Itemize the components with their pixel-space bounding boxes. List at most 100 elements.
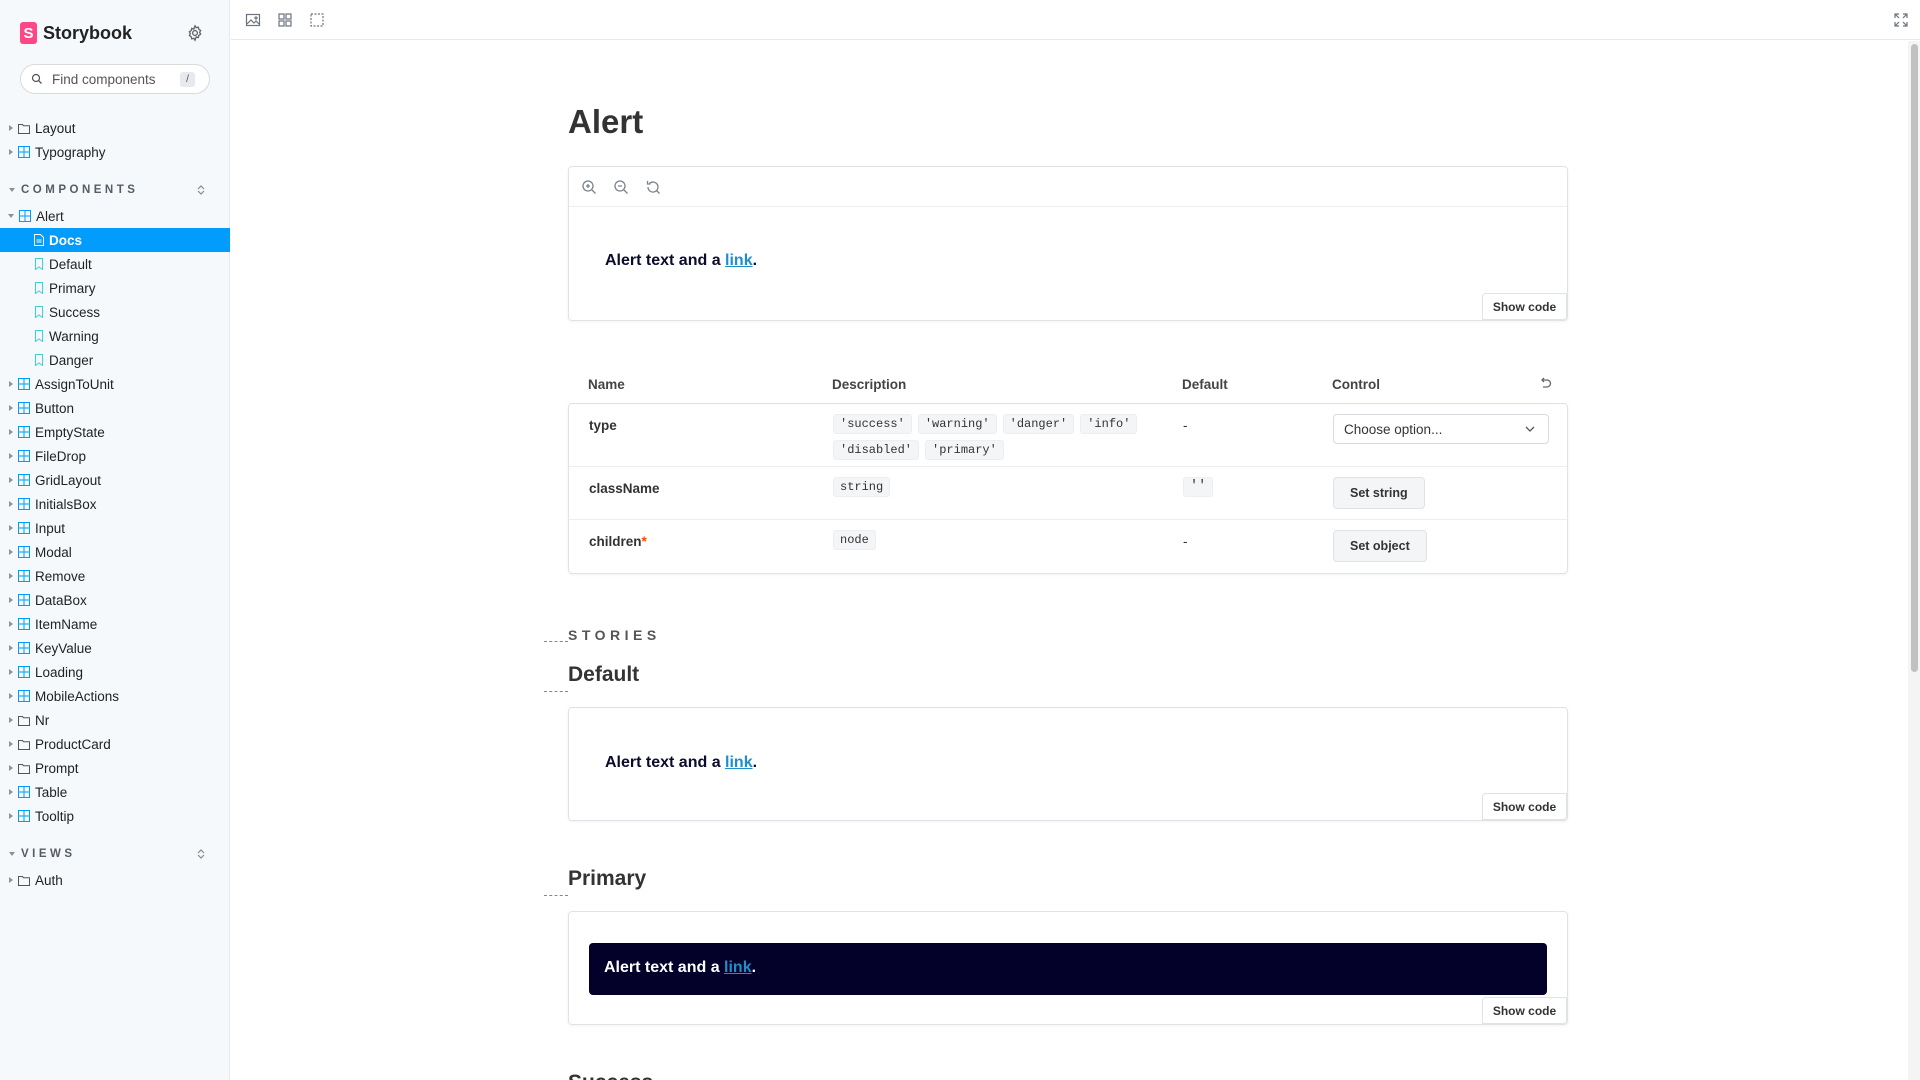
section-views[interactable]: VIEWS <box>0 842 230 866</box>
sidebar-item-gridlayout[interactable]: GridLayout <box>0 468 230 492</box>
sidebar-item-modal[interactable]: Modal <box>0 540 230 564</box>
component-icon <box>18 642 30 654</box>
component-icon <box>18 522 30 534</box>
alert-link[interactable]: link <box>724 959 752 976</box>
alert-link[interactable]: link <box>725 754 753 771</box>
show-code-button[interactable]: Show code <box>1482 293 1567 320</box>
scroll-thumb[interactable] <box>1911 44 1918 672</box>
sidebar-item-alert-success[interactable]: Success <box>0 300 230 324</box>
sidebar-item-filedrop[interactable]: FileDrop <box>0 444 230 468</box>
caret-right-icon <box>9 597 13 603</box>
search-shortcut: / <box>180 72 195 87</box>
sidebar-item-label: Prompt <box>35 760 79 776</box>
sidebar-item-alert-primary[interactable]: Primary <box>0 276 230 300</box>
prop-default: '' <box>1183 477 1214 497</box>
storybook-logo-icon: S <box>20 22 37 44</box>
type-chip: 'danger' <box>1002 414 1075 434</box>
sidebar-item-remove[interactable]: Remove <box>0 564 230 588</box>
section-title: COMPONENTS <box>21 184 139 196</box>
outline-icon[interactable] <box>309 12 325 28</box>
sidebar-item-loading[interactable]: Loading <box>0 660 230 684</box>
sidebar-item-databox[interactable]: DataBox <box>0 588 230 612</box>
sidebar-item-assigntounit[interactable]: AssignToUnit <box>0 372 230 396</box>
sidebar-item-label: InitialsBox <box>35 496 97 512</box>
alert-primary: Alert text and a link. <box>589 943 1547 995</box>
sidebar-item-emptystate[interactable]: EmptyState <box>0 420 230 444</box>
sidebar-item-label: Tooltip <box>35 808 75 824</box>
reset-controls-icon[interactable] <box>1538 377 1552 391</box>
caret-right-icon <box>9 381 13 387</box>
component-icon <box>18 594 30 606</box>
header-name: Name <box>588 376 625 392</box>
caret-down-icon <box>9 852 15 856</box>
brand[interactable]: S Storybook <box>20 22 132 44</box>
component-icon <box>18 378 30 390</box>
type-chip: node <box>833 530 876 550</box>
set-string-button[interactable]: Set string <box>1333 477 1425 509</box>
component-icon <box>18 810 30 822</box>
section-components[interactable]: COMPONENTS <box>0 178 230 202</box>
sidebar-item-label: Docs <box>49 232 83 248</box>
sidebar-item-alert-docs[interactable]: Docs <box>0 228 230 252</box>
prop-types: 'success' 'warning' 'danger' 'info' 'dis… <box>833 414 1153 460</box>
args-table-body: type 'success' 'warning' 'danger' 'info'… <box>568 403 1568 574</box>
folder-icon <box>18 715 30 726</box>
sidebar-item-auth[interactable]: Auth <box>0 868 230 892</box>
sidebar-item-nr[interactable]: Nr <box>0 708 230 732</box>
alert-preview: Alert text and a link. <box>604 959 756 977</box>
component-icon <box>18 146 30 158</box>
scrollbar[interactable] <box>1908 41 1920 1080</box>
caret-right-icon <box>9 741 13 747</box>
search-input[interactable] <box>50 70 170 88</box>
sidebar: S Storybook / Layout Typography COMPONEN… <box>0 0 230 1080</box>
sidebar-item-mobileactions[interactable]: MobileActions <box>0 684 230 708</box>
zoom-in-icon[interactable] <box>581 179 597 195</box>
expand-collapse-icon[interactable] <box>196 849 206 859</box>
sidebar-item-prompt[interactable]: Prompt <box>0 756 230 780</box>
set-object-button[interactable]: Set object <box>1333 530 1427 562</box>
show-code-button[interactable]: Show code <box>1482 997 1567 1024</box>
zoom-out-icon[interactable] <box>613 179 629 195</box>
alert-text: Alert text and a <box>604 959 725 976</box>
sidebar-item-label: Loading <box>35 664 84 680</box>
folder-icon <box>18 123 30 134</box>
sidebar-item-layout[interactable]: Layout <box>0 116 230 140</box>
image-icon[interactable] <box>245 12 261 28</box>
bookmark-icon <box>35 306 43 318</box>
fullscreen-icon[interactable] <box>1893 12 1909 28</box>
sidebar-item-alert[interactable]: Alert <box>0 204 230 228</box>
args-table-header: Name Description Default Control <box>568 365 1568 403</box>
grid-icon[interactable] <box>277 12 293 28</box>
sidebar-item-alert-danger[interactable]: Danger <box>0 348 230 372</box>
prop-name: type <box>589 418 617 433</box>
sidebar-item-input[interactable]: Input <box>0 516 230 540</box>
story-title-default[interactable]: Default <box>568 663 639 687</box>
caret-right-icon <box>9 765 13 771</box>
alert-link[interactable]: link <box>725 252 753 269</box>
table-row: className string '' Set string <box>569 467 1567 520</box>
caret-right-icon <box>9 669 13 675</box>
sidebar-item-alert-default[interactable]: Default <box>0 252 230 276</box>
gear-icon[interactable] <box>186 24 204 42</box>
story-title-primary[interactable]: Primary <box>568 867 646 891</box>
sidebar-item-tooltip[interactable]: Tooltip <box>0 804 230 828</box>
story-title-success[interactable]: Success <box>568 1071 653 1080</box>
sidebar-item-table[interactable]: Table <box>0 780 230 804</box>
component-icon <box>18 426 30 438</box>
type-select[interactable]: Choose option... <box>1333 414 1549 444</box>
show-code-button[interactable]: Show code <box>1482 793 1567 820</box>
sidebar-item-initialsbox[interactable]: InitialsBox <box>0 492 230 516</box>
reset-zoom-icon[interactable] <box>645 179 661 195</box>
search-box[interactable]: / <box>20 64 210 94</box>
expand-collapse-icon[interactable] <box>196 185 206 195</box>
sidebar-item-label: Default <box>49 256 92 272</box>
component-icon <box>18 570 30 582</box>
sidebar-item-typography[interactable]: Typography <box>0 140 230 164</box>
section-title: VIEWS <box>21 848 76 860</box>
caret-right-icon <box>9 429 13 435</box>
sidebar-item-alert-warning[interactable]: Warning <box>0 324 230 348</box>
sidebar-item-button[interactable]: Button <box>0 396 230 420</box>
sidebar-item-itemname[interactable]: ItemName <box>0 612 230 636</box>
sidebar-item-keyvalue[interactable]: KeyValue <box>0 636 230 660</box>
sidebar-item-productcard[interactable]: ProductCard <box>0 732 230 756</box>
